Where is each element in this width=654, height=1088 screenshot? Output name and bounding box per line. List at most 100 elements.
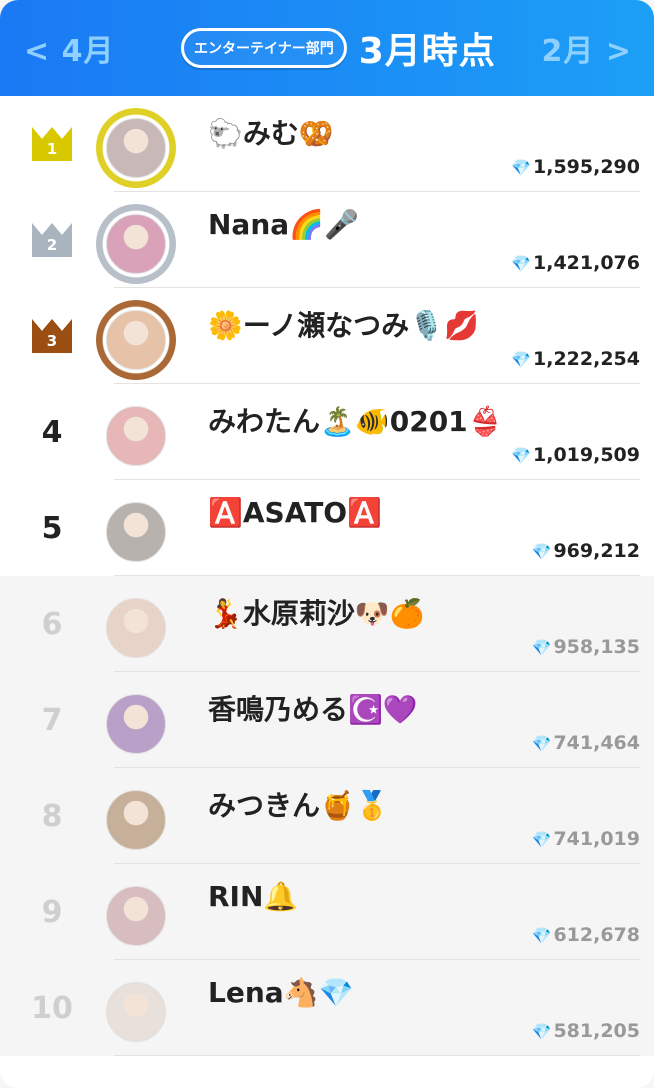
score-value: 958,135 [553, 636, 640, 658]
avatar [106, 214, 166, 274]
rank-number: 2 [46, 236, 58, 254]
user-name[interactable]: みつきん🍯🥇 [208, 784, 390, 824]
user-name[interactable]: Nana🌈🎤 [208, 208, 359, 241]
ranking-row[interactable]: 8 みつきん🍯🥇 💎 741,019 [0, 768, 654, 864]
user-name[interactable]: 香鳴乃める☪️💜 [208, 688, 418, 728]
rank-indicator: 6 [24, 576, 80, 672]
score: 💎 741,464 [532, 732, 640, 754]
avatar [106, 598, 166, 658]
diamond-icon: 💎 [531, 829, 552, 849]
avatar-frame[interactable] [96, 780, 176, 860]
ranking-row[interactable]: 9 RIN🔔 💎 612,678 [0, 864, 654, 960]
next-month-label: 2月 > [541, 34, 632, 69]
rank-number: 9 [41, 894, 63, 930]
header-center: エンターテイナー部門 3月時点 [181, 0, 496, 96]
ranking-list: 1 🐑みむ🥨 💎 1,595,290 2 Nana🌈🎤 💎 1,421,076 3 🌼ーノ瀬なつみ… [0, 96, 654, 1056]
score-value: 581,205 [553, 1020, 640, 1042]
rank-number: 10 [31, 990, 73, 1026]
rank-indicator: 9 [24, 864, 80, 960]
rank-number: 3 [46, 332, 58, 350]
rank-indicator: 4 [24, 384, 80, 480]
prev-month-button[interactable]: < 4月 [24, 0, 114, 96]
diamond-icon: 💎 [511, 445, 532, 465]
rank-number: 1 [46, 140, 58, 158]
score-value: 969,212 [553, 540, 640, 562]
score: 💎 1,019,509 [511, 444, 640, 466]
avatar-frame[interactable] [96, 588, 176, 668]
rank-number: 5 [41, 510, 63, 546]
rank-indicator: 1 [24, 96, 80, 192]
score-value: 1,222,254 [533, 348, 640, 370]
category-badge[interactable]: エンターテイナー部門 [181, 28, 347, 68]
diamond-icon: 💎 [511, 349, 532, 369]
ranking-row[interactable]: 6 💃水原莉沙🐶🍊 💎 958,135 [0, 576, 654, 672]
user-name[interactable]: 🅰️ASATO🅰️ [208, 496, 382, 529]
ranking-header: < 4月 エンターテイナー部門 3月時点 2月 > [0, 0, 654, 96]
score-value: 741,464 [553, 732, 640, 754]
avatar-frame[interactable] [96, 396, 176, 476]
diamond-icon: 💎 [511, 157, 532, 177]
ranking-row[interactable]: 7 香鳴乃める☪️💜 💎 741,464 [0, 672, 654, 768]
avatar-frame[interactable] [96, 108, 176, 188]
ranking-screen: < 4月 エンターテイナー部門 3月時点 2月 > 1 🐑みむ🥨 💎 1,595,29… [0, 0, 654, 1088]
avatar [106, 502, 166, 562]
user-name[interactable]: RIN🔔 [208, 880, 298, 913]
ranking-row[interactable]: 5 🅰️ASATO🅰️ 💎 969,212 [0, 480, 654, 576]
user-name[interactable]: Lena🐴💎 [208, 976, 353, 1009]
score: 💎 741,019 [532, 828, 640, 850]
ranking-row[interactable]: 3 🌼ーノ瀬なつみ🎙️💋 💎 1,222,254 [0, 288, 654, 384]
rank-indicator: 10 [24, 960, 80, 1056]
rank-number: 8 [41, 798, 63, 834]
user-name[interactable]: みわたん🏝️🐠0201👙 [208, 400, 503, 440]
next-month-button[interactable]: 2月 > [542, 0, 632, 96]
avatar [106, 790, 166, 850]
rank-indicator: 3 [24, 288, 80, 384]
avatar [106, 310, 166, 370]
score: 💎 581,205 [532, 1020, 640, 1042]
rank-indicator: 8 [24, 768, 80, 864]
score: 💎 612,678 [532, 924, 640, 946]
avatar-frame[interactable] [96, 492, 176, 572]
avatar-frame[interactable] [96, 876, 176, 956]
avatar [106, 886, 166, 946]
score-value: 741,019 [553, 828, 640, 850]
avatar-frame[interactable] [96, 684, 176, 764]
score: 💎 1,421,076 [511, 252, 640, 274]
diamond-icon: 💎 [531, 925, 552, 945]
diamond-icon: 💎 [531, 1021, 552, 1041]
ranking-row[interactable]: 2 Nana🌈🎤 💎 1,421,076 [0, 192, 654, 288]
rank-number: 4 [41, 414, 63, 450]
rank-indicator: 5 [24, 480, 80, 576]
ranking-row[interactable]: 1 🐑みむ🥨 💎 1,595,290 [0, 96, 654, 192]
ranking-row[interactable]: 10 Lena🐴💎 💎 581,205 [0, 960, 654, 1056]
score: 💎 1,222,254 [511, 348, 640, 370]
avatar-frame[interactable] [96, 972, 176, 1052]
avatar-frame[interactable] [96, 300, 176, 380]
score-value: 612,678 [553, 924, 640, 946]
user-name[interactable]: 🐑みむ🥨 [208, 112, 334, 152]
ranking-row[interactable]: 4 みわたん🏝️🐠0201👙 💎 1,019,509 [0, 384, 654, 480]
score: 💎 1,595,290 [511, 156, 640, 178]
diamond-icon: 💎 [531, 637, 552, 657]
avatar [106, 694, 166, 754]
crown-icon: 3 [32, 319, 72, 353]
score: 💎 958,135 [532, 636, 640, 658]
rank-number: 6 [41, 606, 63, 642]
diamond-icon: 💎 [531, 733, 552, 753]
score: 💎 969,212 [532, 540, 640, 562]
score-value: 1,019,509 [533, 444, 640, 466]
crown-icon: 1 [32, 127, 72, 161]
user-name[interactable]: 🌼ーノ瀬なつみ🎙️💋 [208, 304, 479, 344]
diamond-icon: 💎 [511, 253, 532, 273]
rank-number: 7 [41, 702, 63, 738]
diamond-icon: 💎 [531, 541, 552, 561]
row-divider [114, 1055, 640, 1056]
current-period-title: 3月時点 [358, 31, 496, 72]
prev-month-label: < 4月 [24, 34, 115, 69]
rank-indicator: 2 [24, 192, 80, 288]
score-value: 1,595,290 [533, 156, 640, 178]
crown-icon: 2 [32, 223, 72, 257]
avatar [106, 118, 166, 178]
avatar-frame[interactable] [96, 204, 176, 284]
user-name[interactable]: 💃水原莉沙🐶🍊 [208, 592, 425, 632]
